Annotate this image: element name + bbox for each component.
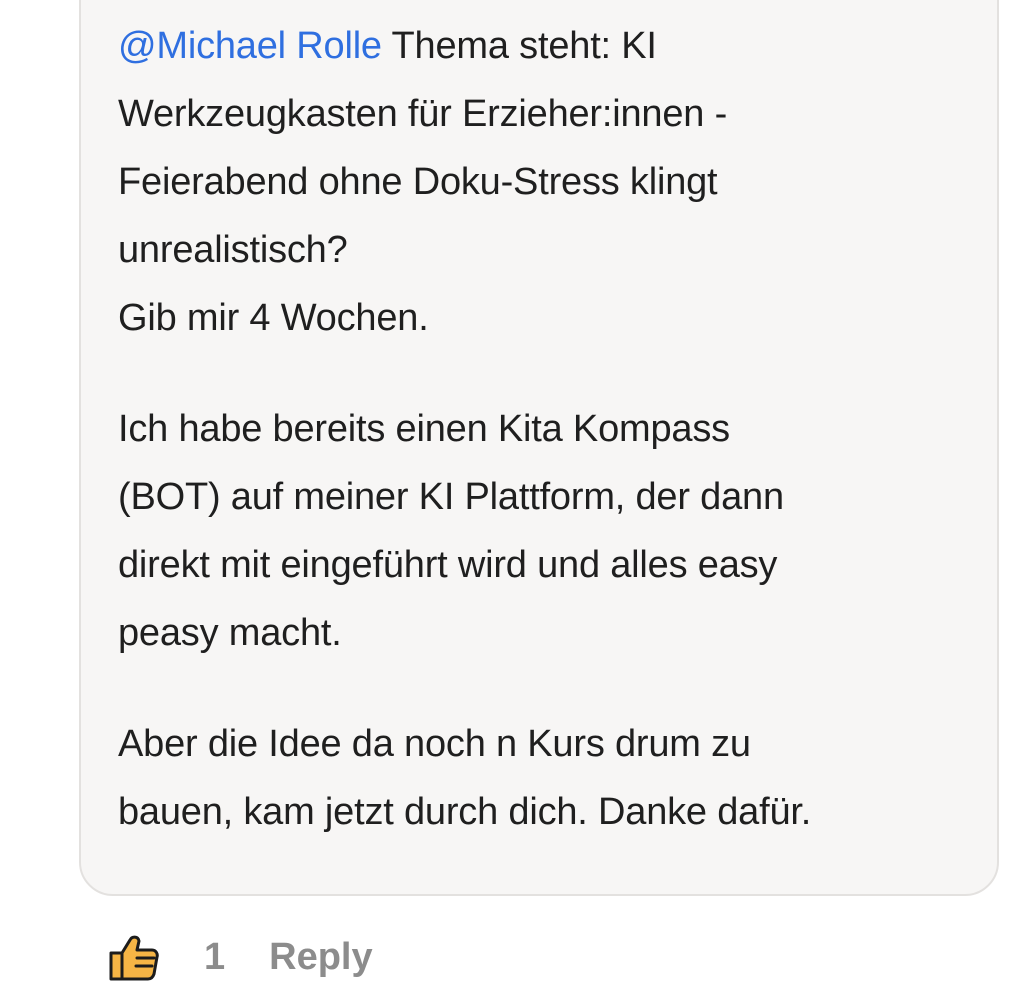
like-count: 1 [204,935,226,978]
comment-line: unrealistisch? [118,229,348,271]
comment-body: @Michael Rolle Thema steht: KI Werkzeugk… [118,12,978,846]
comment-paragraph-3: Aber die Idee da noch n Kurs drum zu bau… [118,710,978,846]
comment-line: bauen, kam jetzt durch dich. Danke dafür… [118,791,812,833]
comment-paragraph-1: @Michael Rolle Thema steht: KI Werkzeugk… [118,12,978,352]
mention-link[interactable]: @Michael Rolle [118,25,382,67]
comment-line: direkt mit eingeführt wird und alles eas… [118,544,778,586]
comment-paragraph-2: Ich habe bereits einen Kita Kompass (BOT… [118,395,978,667]
thumbs-up-icon [109,935,159,981]
reply-button[interactable]: Reply [269,936,372,979]
comment-line: Feierabend ohne Doku-Stress klingt [118,161,718,203]
comment-line: Gib mir 4 Wochen. [118,297,429,339]
comment-actions: 1 Reply [108,926,373,988]
comment-line: Thema steht: KI [381,25,657,67]
comment-line: peasy macht. [118,612,342,654]
comment-line: Aber die Idee da noch n Kurs drum zu [118,723,751,765]
like-button[interactable]: 1 [108,931,225,983]
comment-line: Ich habe bereits einen Kita Kompass [118,408,730,450]
comment-line: Werkzeugkasten für Erzieher:innen - [118,93,728,135]
comment-line: (BOT) auf meiner KI Plattform, der dann [118,476,784,518]
